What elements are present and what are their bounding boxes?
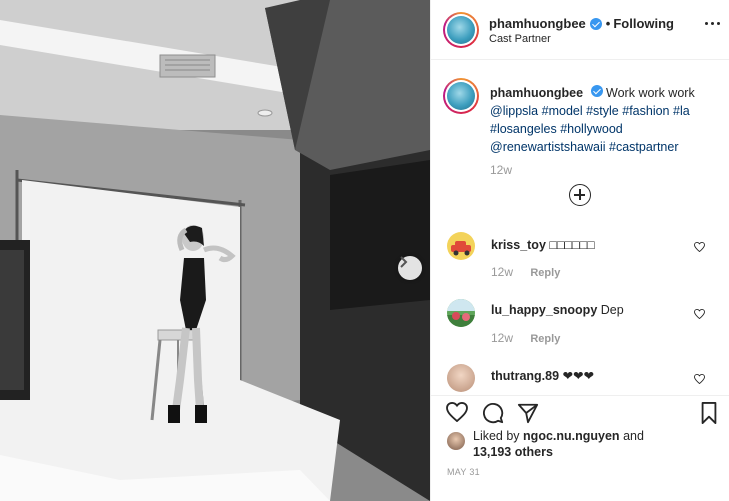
comment-body: Dep xyxy=(600,303,624,317)
comment-meta: 12w Reply xyxy=(491,331,560,345)
post-date[interactable]: MAY 31 xyxy=(447,467,480,477)
caption-hashtag[interactable]: @renewartistshawaii xyxy=(490,140,606,154)
caption-hashtag[interactable]: #style xyxy=(586,104,619,118)
caption-hashtag[interactable]: #la xyxy=(673,104,690,118)
comment-text: lu_happy_snoopy Dep xyxy=(491,303,624,317)
likes-text: Liked by ngoc.nu.nguyen and 13,193 other… xyxy=(473,428,644,460)
comment-body: ❤❤❤ xyxy=(562,369,594,383)
comment-text: thutrang.89 ❤❤❤ xyxy=(491,368,594,383)
caption-message: Work work work xyxy=(606,86,695,100)
chevron-right-icon xyxy=(400,256,408,268)
comment-item: thutrang.89 ❤❤❤ xyxy=(431,362,729,395)
caption-hashtag[interactable]: #fashion xyxy=(622,104,669,118)
verified-badge-icon xyxy=(590,85,603,97)
caption-hashtags: @lippsla #model #style #fashion #la #los… xyxy=(490,104,690,154)
likes-count[interactable]: 13,193 others xyxy=(473,445,553,459)
comment-username[interactable]: lu_happy_snoopy xyxy=(491,303,597,317)
following-button[interactable]: Following xyxy=(613,16,674,31)
comment-username[interactable]: thutrang.89 xyxy=(491,369,559,383)
commenter-avatar[interactable] xyxy=(447,232,475,260)
instagram-post-modal: phamhuongbee • Following Cast Partner ph… xyxy=(0,0,729,501)
comment-username[interactable]: kriss_toy xyxy=(491,238,546,252)
plus-circle-icon[interactable] xyxy=(569,184,591,206)
verified-badge-icon xyxy=(589,17,602,30)
author-subtitle[interactable]: Cast Partner xyxy=(489,33,551,45)
caption-text: phamhuongbee Work work work @lippsla #mo… xyxy=(490,84,715,156)
comment-meta: 12w Reply xyxy=(491,265,560,279)
commenter-avatar[interactable] xyxy=(447,299,475,327)
caption-username[interactable]: phamhuongbee xyxy=(490,86,583,100)
heart-icon[interactable] xyxy=(694,309,705,319)
author-username[interactable]: phamhuongbee xyxy=(489,16,586,31)
likes-and: and xyxy=(623,429,644,443)
caption-hashtag[interactable]: @lippsla xyxy=(490,104,538,118)
reply-button[interactable]: Reply xyxy=(530,267,560,279)
liker-avatar[interactable] xyxy=(447,432,465,450)
studio-photo-illustration xyxy=(0,0,430,501)
post-actions-bar xyxy=(431,395,729,429)
liked-by-label: Liked by xyxy=(473,429,520,443)
comment-icon[interactable] xyxy=(482,402,504,424)
post-photo[interactable] xyxy=(0,0,430,501)
comment-body: □□□□□□ xyxy=(549,238,595,252)
caption-hashtag[interactable]: #model xyxy=(542,104,583,118)
comment-text: kriss_toy □□□□□□ xyxy=(491,238,595,252)
caption-hashtag[interactable]: #hollywood xyxy=(560,122,623,136)
reply-button[interactable]: Reply xyxy=(530,333,560,345)
caption-avatar[interactable] xyxy=(443,78,479,114)
liker-username[interactable]: ngoc.nu.nguyen xyxy=(523,429,620,443)
heart-icon[interactable] xyxy=(694,242,705,252)
caption-hashtag[interactable]: #losangeles xyxy=(490,122,557,136)
separator-dot: • xyxy=(605,16,611,31)
more-options-icon[interactable] xyxy=(705,22,720,25)
comment-time[interactable]: 12w xyxy=(491,331,513,345)
commenter-avatar[interactable] xyxy=(447,364,475,392)
post-side-panel: phamhuongbee • Following Cast Partner ph… xyxy=(430,0,729,501)
caption-hashtag[interactable]: #castpartner xyxy=(609,140,678,154)
heart-icon[interactable] xyxy=(694,374,705,384)
heart-icon[interactable] xyxy=(446,402,468,422)
comment-time[interactable]: 12w xyxy=(491,265,513,279)
post-header: phamhuongbee • Following Cast Partner xyxy=(431,0,729,60)
share-icon[interactable] xyxy=(517,402,539,424)
author-avatar[interactable] xyxy=(443,12,479,48)
caption-time[interactable]: 12w xyxy=(490,163,512,177)
author-row: phamhuongbee • Following xyxy=(489,16,674,31)
bookmark-icon[interactable] xyxy=(700,402,718,424)
next-image-button[interactable] xyxy=(398,256,422,280)
